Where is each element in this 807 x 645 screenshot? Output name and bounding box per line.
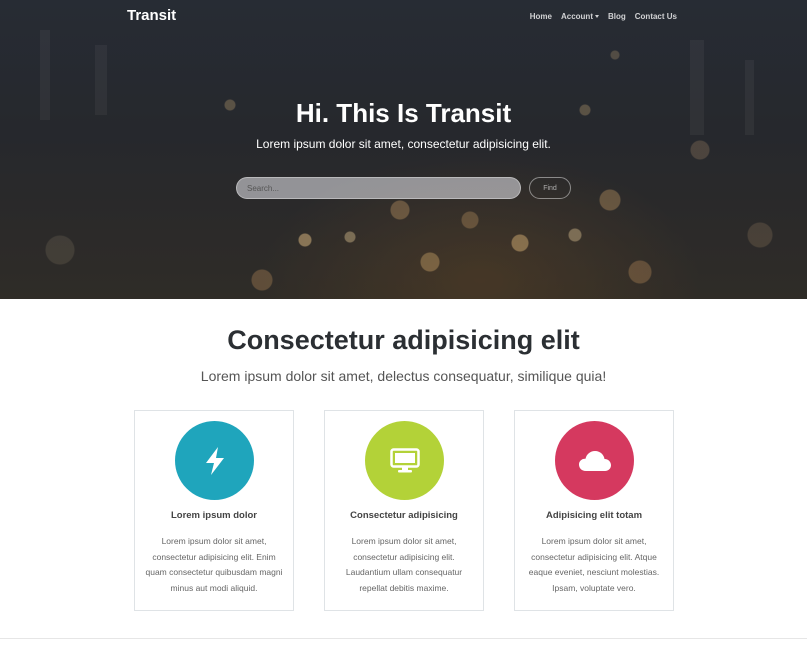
brand-logo[interactable]: Transit — [127, 7, 176, 24]
desktop-monitor-icon — [365, 421, 444, 500]
nav-menu: Home Account Blog Contact Us — [530, 12, 677, 21]
hero-subtitle: Lorem ipsum dolor sit amet, consectetur … — [256, 137, 551, 151]
desktop-monitor-glyph — [389, 447, 420, 472]
lightning-bolt-glyph — [205, 446, 224, 475]
hero-section: Transit Home Account Blog Contact Us Hi.… — [0, 0, 807, 299]
nav-link-account[interactable]: Account — [561, 12, 599, 21]
nav-link-label: Contact Us — [634, 12, 677, 21]
find-button[interactable]: Find — [529, 177, 571, 199]
feature-card: Adipisicing elit totam Lorem ipsum dolor… — [514, 410, 674, 611]
card-text: Lorem ipsum dolor sit amet, consectetur … — [345, 536, 463, 593]
section-title: Consectetur adipisicing elit — [227, 325, 580, 355]
nav-link-label: Blog — [607, 12, 626, 21]
cloud-glyph — [578, 450, 611, 471]
lightning-bolt-icon — [175, 421, 254, 500]
card-title: Lorem ipsum dolor — [170, 510, 258, 521]
card-title: Consectetur adipisicing — [350, 510, 458, 521]
cloud-icon — [555, 421, 634, 500]
nav-link-home[interactable]: Home — [530, 12, 552, 21]
navbar: Transit Home Account Blog Contact Us — [0, 0, 807, 35]
nav-link-blog[interactable]: Blog — [608, 12, 626, 21]
feature-card: Lorem ipsum dolor Lorem ipsum dolor sit … — [134, 410, 294, 611]
nav-link-label: Home — [529, 12, 552, 21]
nav-link-contact[interactable]: Contact Us — [635, 12, 677, 21]
hero-title: Hi. This Is Transit — [295, 98, 512, 128]
card-text: Lorem ipsum dolor sit amet, consectetur … — [528, 536, 660, 593]
footer-divider — [0, 638, 807, 639]
caret-down-icon — [594, 15, 599, 18]
card-text: Lorem ipsum dolor sit amet, consectetur … — [145, 536, 283, 593]
section-subtitle: Lorem ipsum dolor sit amet, delectus con… — [200, 368, 607, 384]
card-title: Adipisicing elit totam — [545, 510, 643, 521]
nav-link-label: Account — [560, 12, 593, 21]
feature-card: Consectetur adipisicing Lorem ipsum dolo… — [324, 410, 484, 611]
search-input[interactable] — [236, 177, 521, 199]
